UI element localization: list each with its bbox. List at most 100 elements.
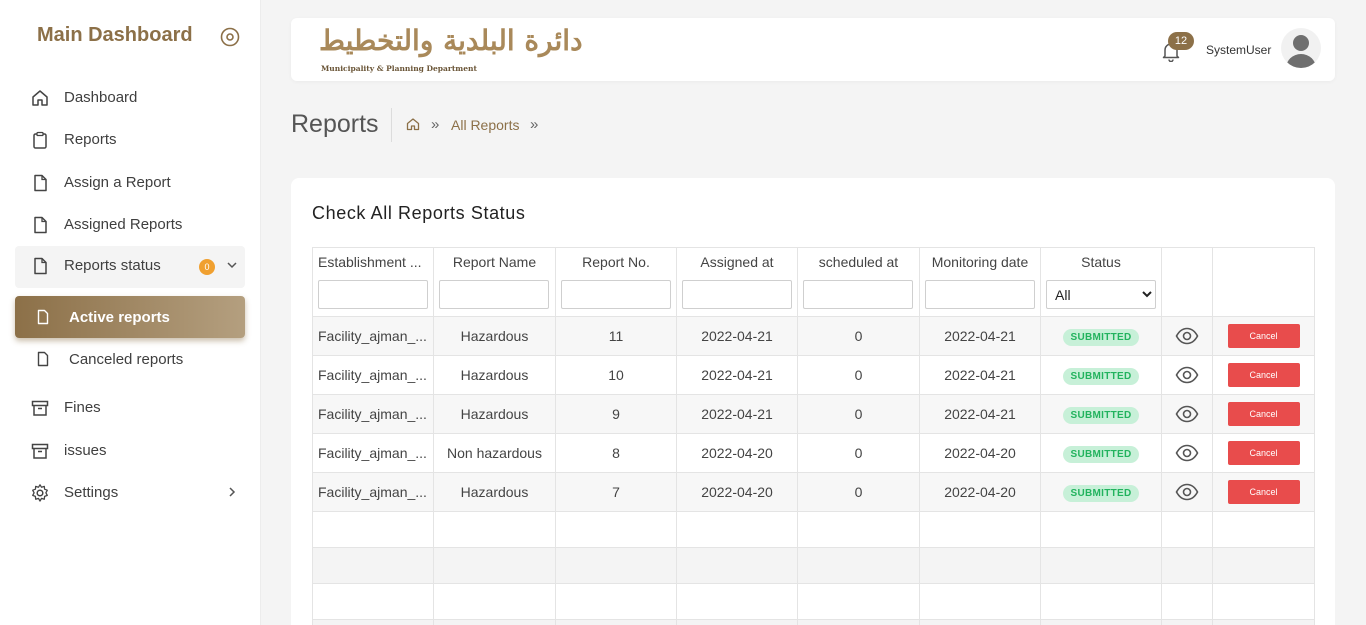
- view-cell: [1161, 394, 1213, 434]
- action-cell: Cancel: [1212, 472, 1315, 512]
- sidebar-item-reports[interactable]: Reports: [15, 120, 245, 160]
- sidebar-item-settings[interactable]: Settings: [15, 473, 245, 513]
- table-row: Facility_ajman_... Hazardous 10 2022-04-21 0…: [312, 355, 1315, 395]
- report-name-filter-input[interactable]: [439, 280, 549, 309]
- username-label[interactable]: SystemUser: [1206, 43, 1271, 57]
- file-icon: [37, 351, 49, 367]
- column-label: scheduled at: [818, 254, 899, 270]
- assigned-at-filter-input[interactable]: [682, 280, 792, 309]
- municipality-logo[interactable]: دائرة البلدية والتخطيط Municipality & Pl…: [319, 24, 583, 76]
- report-name-cell: Hazardous: [433, 316, 556, 356]
- sidebar-item-label: Assign a Report: [64, 174, 171, 191]
- sidebar-item-label: Reports status: [64, 257, 161, 274]
- eye-icon[interactable]: [1175, 324, 1199, 348]
- view-cell: [1161, 433, 1213, 473]
- table-row: Facility_ajman_... Hazardous 11 2022-04-21 0…: [312, 316, 1315, 356]
- sidebar-subitem-canceled-reports[interactable]: Canceled reports: [15, 338, 245, 380]
- table-row: Facility_ajman_... Hazardous 7 2022-04-20 0 2…: [312, 472, 1315, 512]
- establishment-filter-input[interactable]: [318, 280, 428, 309]
- cancel-button[interactable]: Cancel: [1227, 402, 1300, 426]
- gear-icon: [32, 484, 48, 502]
- establishment-cell: Facility_ajman_...: [312, 433, 434, 473]
- empty-cell: [676, 583, 798, 620]
- status-cell: SUBMITTED: [1040, 394, 1162, 434]
- empty-cell: [555, 619, 677, 625]
- sidebar-item-assign-report[interactable]: Assign a Report: [15, 163, 245, 203]
- column-header-report-name: Report Name: [433, 247, 556, 317]
- avatar[interactable]: [1281, 28, 1321, 68]
- establishment-cell: Facility_ajman_...: [312, 472, 434, 512]
- title-divider: [391, 108, 392, 142]
- empty-row: [312, 511, 1315, 548]
- column-header-action: [1212, 247, 1315, 317]
- report-no-cell: 8: [555, 433, 677, 473]
- empty-cell: [555, 583, 677, 620]
- eye-icon[interactable]: [1175, 441, 1199, 465]
- empty-cell: [312, 619, 434, 625]
- sidebar-item-label: Fines: [64, 399, 101, 416]
- home-icon: [32, 90, 48, 106]
- view-cell: [1161, 355, 1213, 395]
- column-label: Status: [1081, 254, 1121, 270]
- scheduled-at-filter-input[interactable]: [803, 280, 913, 309]
- monitoring-date-cell: 2022-04-21: [919, 355, 1041, 395]
- status-cell: SUBMITTED: [1040, 472, 1162, 512]
- cancel-button[interactable]: Cancel: [1227, 480, 1300, 504]
- empty-cell: [1161, 583, 1213, 620]
- empty-cell: [919, 547, 1041, 584]
- status-cell: SUBMITTED: [1040, 355, 1162, 395]
- eye-icon[interactable]: [1175, 363, 1199, 387]
- report-no-filter-input[interactable]: [561, 280, 671, 309]
- empty-cell: [555, 511, 677, 548]
- empty-cell: [797, 583, 920, 620]
- sidebar: Main Dashboard Dashboard Reports Assign …: [0, 0, 261, 625]
- column-header-status: Status All: [1040, 247, 1162, 317]
- empty-cell: [676, 511, 798, 548]
- view-cell: [1161, 472, 1213, 512]
- cancel-button[interactable]: Cancel: [1227, 441, 1300, 465]
- file-icon: [34, 216, 47, 234]
- report-name-cell: Hazardous: [433, 472, 556, 512]
- sidebar-item-dashboard[interactable]: Dashboard: [15, 78, 245, 118]
- empty-cell: [555, 547, 677, 584]
- assigned-at-cell: 2022-04-20: [676, 433, 798, 473]
- breadcrumb-all-reports[interactable]: All Reports: [451, 117, 519, 133]
- sidebar-toggle-icon[interactable]: [219, 26, 241, 48]
- monitoring-date-filter-input[interactable]: [925, 280, 1035, 309]
- empty-cell: [676, 547, 798, 584]
- home-icon[interactable]: [405, 116, 421, 132]
- sidebar-item-assigned-reports[interactable]: Assigned Reports: [15, 205, 245, 245]
- empty-cell: [433, 547, 556, 584]
- file-icon: [37, 309, 49, 325]
- sidebar-item-label: issues: [64, 442, 107, 459]
- sidebar-item-label: Dashboard: [64, 89, 138, 106]
- top-header: دائرة البلدية والتخطيط Municipality & Pl…: [291, 18, 1335, 81]
- empty-cell: [919, 511, 1041, 548]
- empty-cell: [1212, 619, 1315, 625]
- reports-card: Check All Reports Status Establishment .…: [291, 178, 1335, 625]
- chevron-right-icon: [229, 487, 236, 497]
- scheduled-at-cell: 0: [797, 472, 920, 512]
- action-cell: Cancel: [1212, 316, 1315, 356]
- empty-cell: [312, 583, 434, 620]
- eye-icon[interactable]: [1175, 480, 1199, 504]
- empty-cell: [919, 583, 1041, 620]
- view-cell: [1161, 316, 1213, 356]
- scheduled-at-cell: 0: [797, 316, 920, 356]
- cancel-button[interactable]: Cancel: [1227, 363, 1300, 387]
- column-header-report-no: Report No.: [555, 247, 677, 317]
- action-cell: Cancel: [1212, 433, 1315, 473]
- cancel-button[interactable]: Cancel: [1227, 324, 1300, 348]
- status-filter-select[interactable]: All: [1046, 280, 1156, 309]
- column-header-monitoring-date: Monitoring date: [919, 247, 1041, 317]
- sidebar-subitem-active-reports[interactable]: Active reports: [15, 296, 245, 338]
- column-header-view: [1161, 247, 1213, 317]
- card-title: Check All Reports Status: [312, 203, 526, 223]
- sidebar-item-issues[interactable]: issues: [15, 431, 245, 471]
- establishment-cell: Facility_ajman_...: [312, 316, 434, 356]
- eye-icon[interactable]: [1175, 402, 1199, 426]
- establishment-cell: Facility_ajman_...: [312, 355, 434, 395]
- sidebar-item-fines[interactable]: Fines: [15, 388, 245, 428]
- sidebar-item-reports-status[interactable]: Reports status 0: [15, 246, 245, 288]
- empty-cell: [1212, 511, 1315, 548]
